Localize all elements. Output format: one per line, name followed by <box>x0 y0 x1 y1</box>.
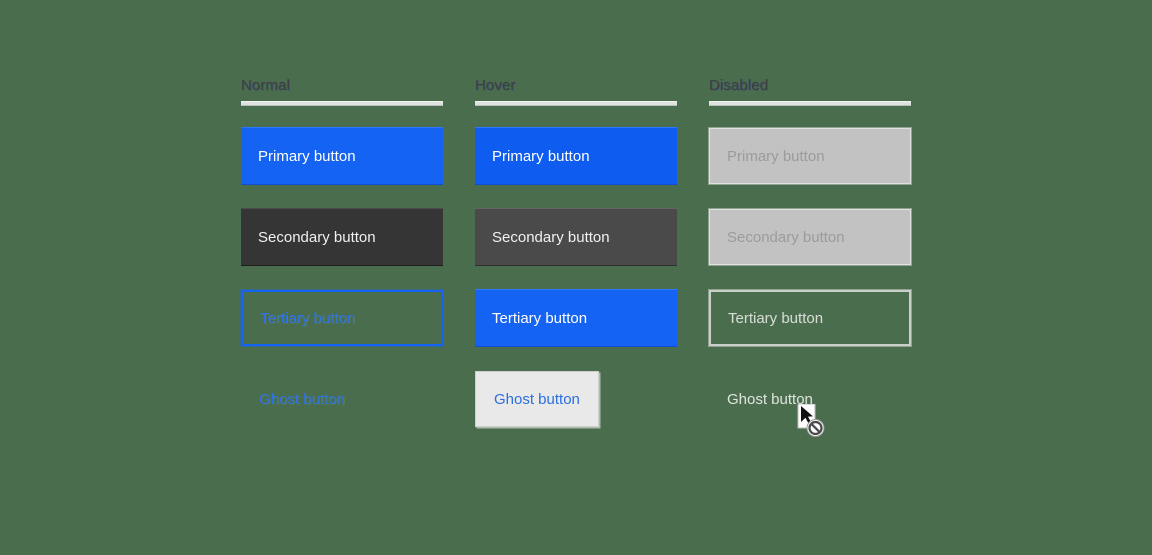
column-header-normal: Normal <box>241 77 290 94</box>
primary-button-hover[interactable]: Primary button <box>475 128 677 184</box>
secondary-button-normal[interactable]: Secondary button <box>241 209 443 265</box>
ghost-button-disabled: Ghost button <box>709 371 831 427</box>
primary-button-disabled: Primary button <box>709 128 911 184</box>
button-slot: Ghost button <box>475 371 677 452</box>
column-hover: Hover Primary button Secondary button Te… <box>475 78 677 452</box>
secondary-button-hover[interactable]: Secondary button <box>475 209 677 265</box>
button-slot: Secondary button <box>475 209 677 290</box>
column-normal: Normal Primary button Secondary button T… <box>241 78 443 452</box>
button-slot: Ghost button <box>709 371 911 452</box>
button-slot: Secondary button <box>241 209 443 290</box>
button-slot: Tertiary button <box>709 290 911 371</box>
ghost-button-normal[interactable]: Ghost button <box>241 371 363 427</box>
ghost-button-hover[interactable]: Ghost button <box>475 371 599 427</box>
button-slot: Ghost button <box>241 371 443 452</box>
button-slot: Tertiary button <box>475 290 677 371</box>
column-header-hover: Hover <box>475 77 516 94</box>
column-divider <box>709 101 911 106</box>
primary-button-normal[interactable]: Primary button <box>241 128 443 184</box>
column-header-disabled: Disabled <box>709 77 769 94</box>
button-state-matrix: Normal Primary button Secondary button T… <box>241 78 911 452</box>
button-slot: Primary button <box>241 128 443 209</box>
column-divider <box>241 101 443 106</box>
button-slot: Primary button <box>709 128 911 209</box>
secondary-button-disabled: Secondary button <box>709 209 911 265</box>
button-slot: Primary button <box>475 128 677 209</box>
tertiary-button-normal[interactable]: Tertiary button <box>241 290 443 346</box>
button-slot: Tertiary button <box>241 290 443 371</box>
button-slot: Secondary button <box>709 209 911 290</box>
column-divider <box>475 101 677 106</box>
tertiary-button-disabled: Tertiary button <box>709 290 911 346</box>
page-stage: Normal Primary button Secondary button T… <box>0 0 1152 555</box>
column-disabled: Disabled Primary button Secondary button… <box>709 78 911 452</box>
tertiary-button-hover[interactable]: Tertiary button <box>475 290 677 346</box>
